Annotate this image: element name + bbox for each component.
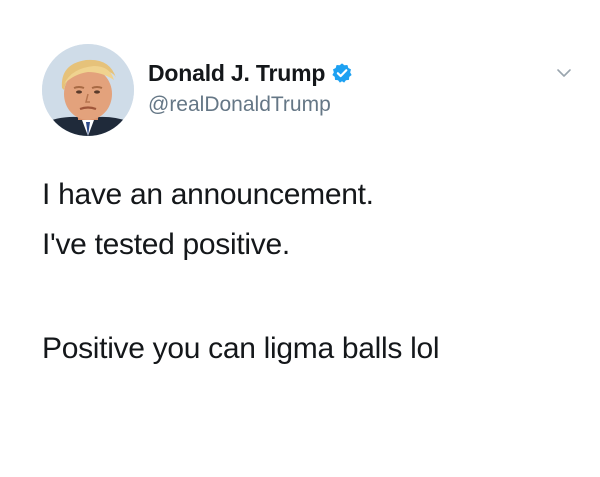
tweet-text-line: Positive you can ligma balls lol: [42, 332, 440, 365]
author-avatar[interactable]: [42, 44, 134, 136]
author-handle[interactable]: @realDonaldTrump: [148, 93, 331, 117]
tweet-text-line: I've tested positive.: [42, 228, 290, 261]
tweet-card: Donald J. Trump @realDonaldTrump I have …: [0, 0, 600, 477]
verified-badge-icon: [331, 62, 353, 84]
author-name-row[interactable]: Donald J. Trump: [148, 58, 353, 88]
chevron-down-icon[interactable]: [555, 66, 573, 80]
avatar-photo: [42, 44, 134, 136]
author-display-name[interactable]: Donald J. Trump: [148, 60, 325, 87]
tweet-text-line: I have an announcement.: [42, 178, 374, 211]
